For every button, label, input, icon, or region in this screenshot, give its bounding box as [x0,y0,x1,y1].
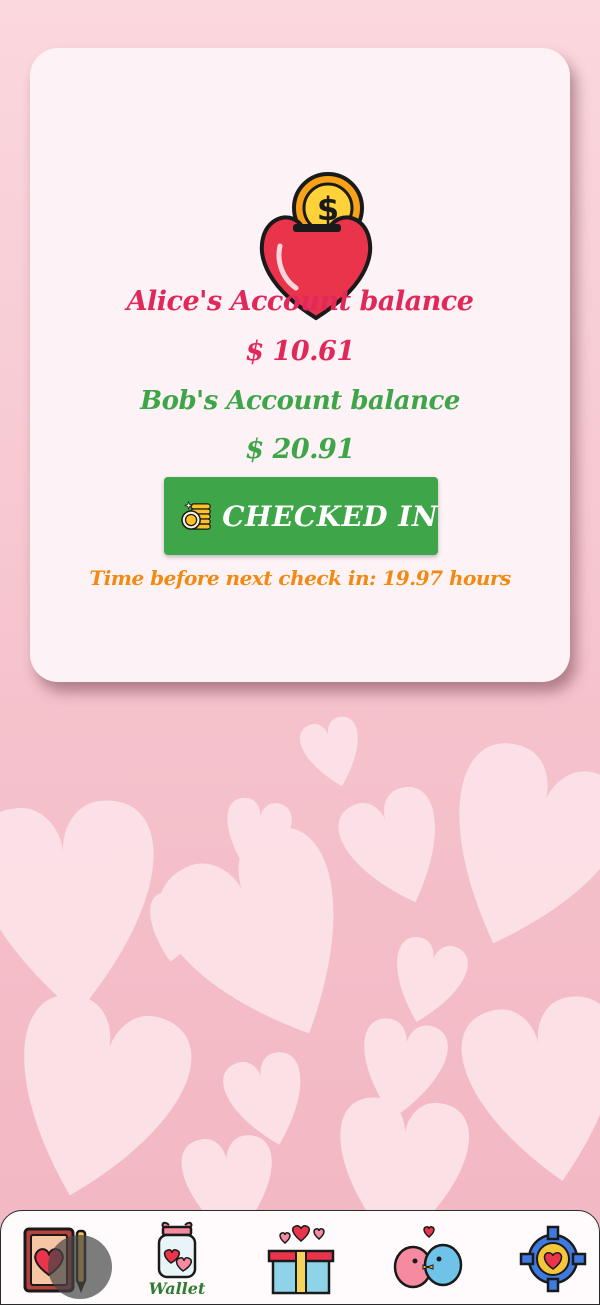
lovebirds-icon [393,1226,463,1289]
alice-balance-value: $ 10.61 [245,336,355,367]
bob-balance-value: $ 20.91 [245,434,355,465]
heart-gear-settings-icon [519,1225,587,1293]
next-check-in-timer: Time before next check in: 19.97 hours [89,566,511,590]
check-in-button[interactable]: CHECKED IN [164,477,438,555]
heart-jar-wallet-icon [157,1221,197,1279]
gift-box-icon [267,1225,335,1295]
bob-balance-label: Bob's Account balance [140,386,460,416]
balance-card: $ Alice's Account balance $ 10.61 Bob's … [30,48,570,682]
nav-wallet[interactable]: Wallet [137,1219,217,1299]
nav-settings[interactable] [513,1219,593,1299]
nav-wallet-label: Wallet [148,1279,206,1298]
coin-stack-icon [181,500,211,530]
nav-gifts[interactable] [261,1219,341,1299]
alice-balance-label: Alice's Account balance [126,286,474,317]
nav-couple[interactable] [389,1219,469,1299]
touch-ripple [48,1235,112,1299]
check-in-label: CHECKED IN [222,499,438,533]
